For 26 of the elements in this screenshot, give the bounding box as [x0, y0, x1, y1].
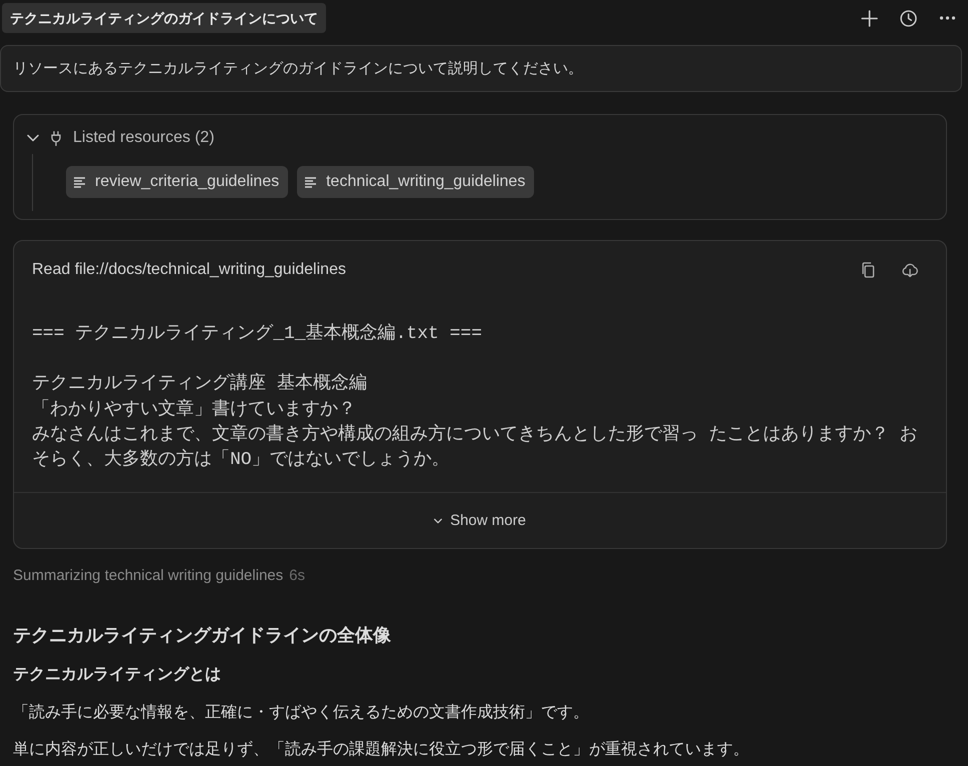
response-heading: テクニカルライティングガイドラインの全体像	[13, 624, 392, 648]
response-paragraph: 「読み手に必要な情報を、正確に・すばやく伝えるための文書作成技術」です。	[13, 702, 590, 724]
plus-icon	[860, 10, 878, 26]
clock-icon	[900, 10, 916, 26]
ellipsis-icon	[938, 16, 956, 20]
copy-icon	[860, 262, 876, 278]
user-message: リソースにあるテクニカルライティングのガイドラインについて説明してください。	[0, 45, 962, 92]
response-subheading: テクニカルライティングとは	[13, 665, 222, 686]
show-more-button[interactable]: Show more	[434, 512, 526, 530]
document-lines-icon	[74, 176, 86, 188]
response-paragraph: 単に内容が正しいだけでは足りず、「読み手の課題解決に役立つ形で届くこと」が重視されています。	[13, 740, 750, 760]
chevron-icon	[434, 518, 442, 524]
file-content-header: === テクニカルライティング_1_基本概念編.txt ===	[32, 322, 484, 346]
document-lines-icon	[305, 176, 318, 188]
status-duration: 6s	[289, 566, 305, 586]
file-read-title: Read file://docs/technical_writing_guidelines	[32, 260, 346, 280]
chat-title: テクニカルライティングのガイドラインについて	[2, 3, 326, 33]
cloud-download-icon	[902, 262, 918, 278]
file-content-line: テクニカルライティング講座 基本概念編	[32, 372, 368, 396]
resources-toggle[interactable]: Listed resources (2)	[14, 125, 214, 151]
resource-chip[interactable]: review_criteria_guidelines	[66, 166, 288, 198]
status-text: Summarizing technical writing guidelines	[13, 566, 284, 586]
resource-chip[interactable]: technical_writing_guidelines	[297, 166, 534, 198]
file-content-line: 「わかりやすい文章」書けていますか？	[32, 398, 357, 422]
file-content-line: みなさんはこれまで、文章の書き方や構成の組み方についてきちんとした形で習っ たことはありますか？ おそらく、大多数の方は「NO」ではないでしょうか。	[32, 422, 919, 472]
plug-icon	[51, 130, 61, 146]
